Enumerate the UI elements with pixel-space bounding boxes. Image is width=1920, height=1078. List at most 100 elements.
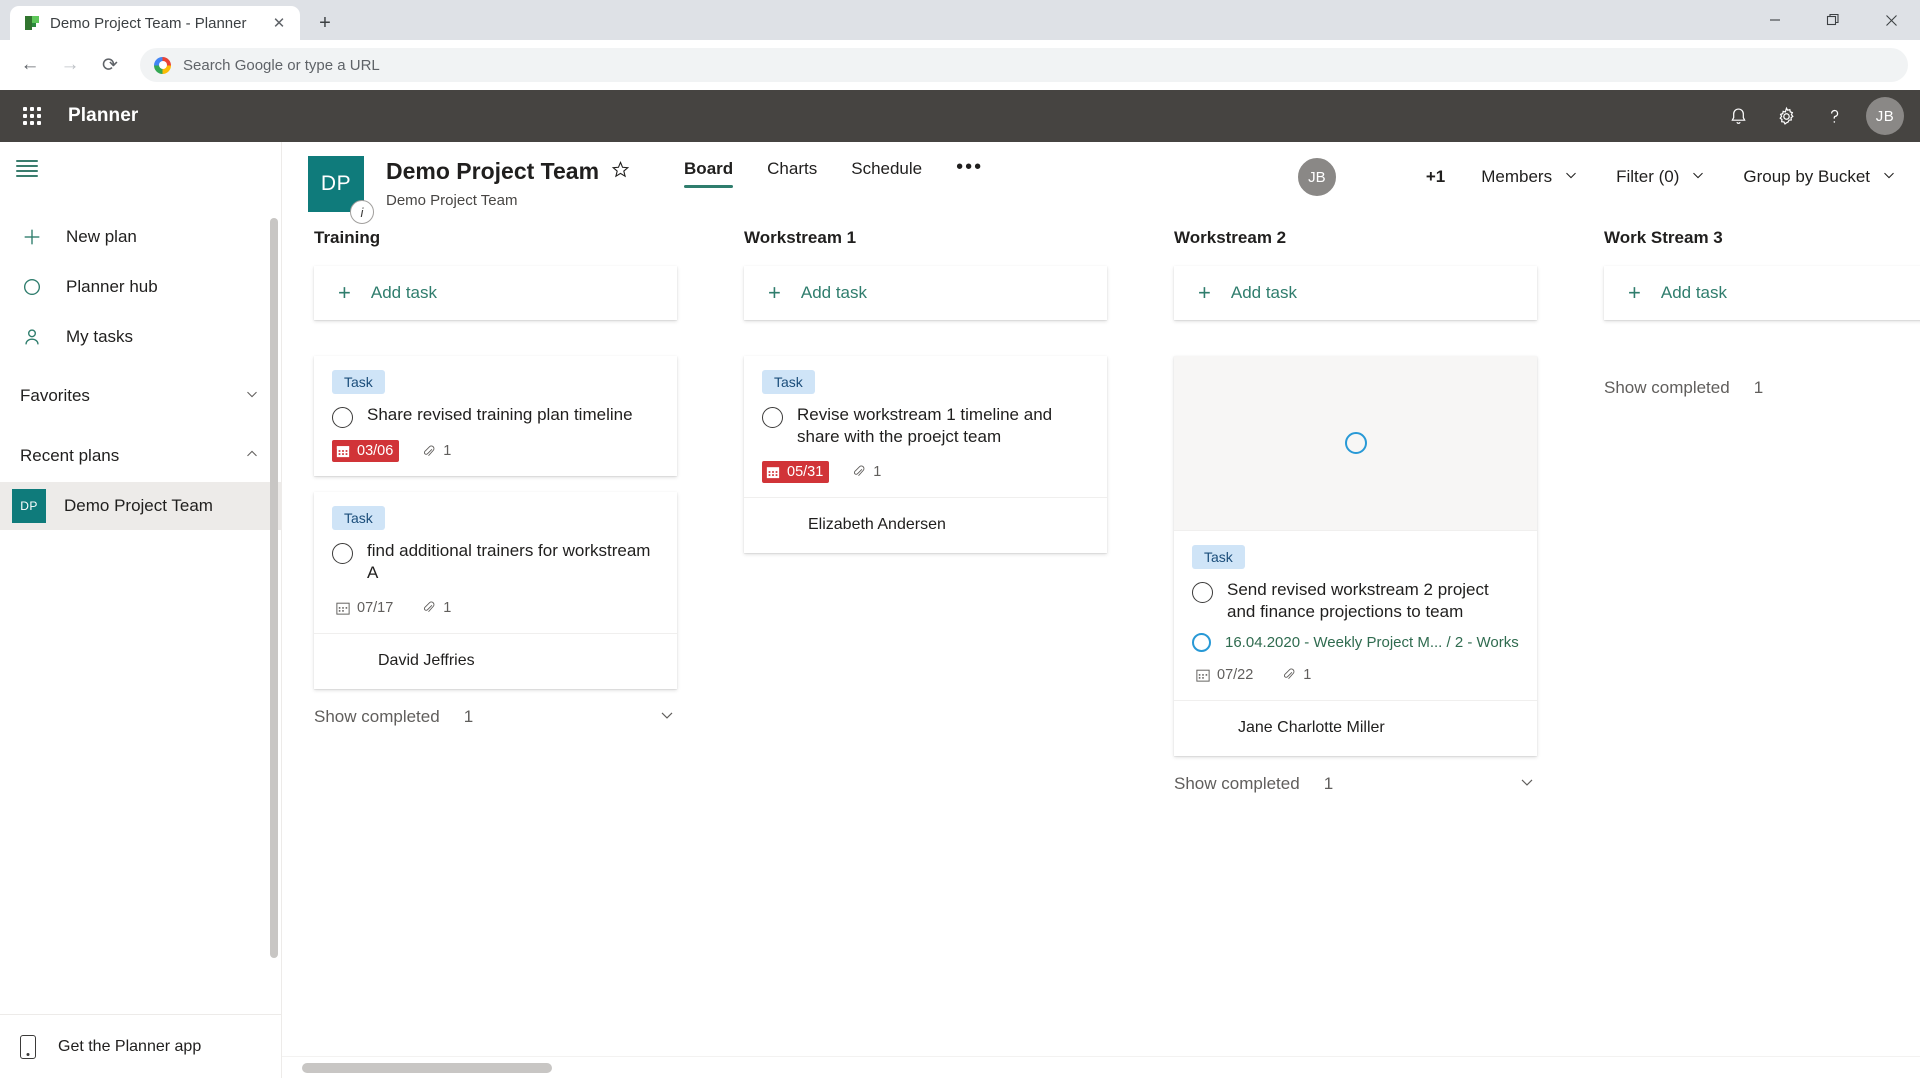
due-date-badge[interactable]: 05/31 [762, 461, 829, 483]
avatar[interactable]: JB [1296, 156, 1338, 198]
star-icon[interactable] [611, 160, 630, 183]
bucket-training: Training + Add task Task Share revised t… [282, 228, 712, 1078]
plan-title-row: Demo Project Team [386, 158, 630, 185]
question-icon[interactable] [1810, 92, 1858, 140]
browser-omnibar: ← → ⟳ Search Google or type a URL [0, 40, 1920, 90]
calendar-icon [766, 465, 780, 479]
chevron-down-icon[interactable] [1517, 772, 1537, 797]
sidebar-item-my-tasks[interactable]: My tasks [0, 312, 281, 362]
task-card[interactable]: Task Share revised training plan timelin… [314, 356, 677, 476]
chevron-down-icon[interactable] [657, 705, 677, 730]
sidebar-scroll-area: New plan Planner hub My tasks Favorites [0, 194, 281, 1014]
checklist-item-checkbox[interactable] [1192, 633, 1211, 652]
board-horizontal-scrollbar[interactable] [282, 1056, 1920, 1078]
window-close-icon[interactable] [1862, 0, 1920, 40]
sidebar-item-demo-project-team[interactable]: DP Demo Project Team [0, 482, 281, 530]
task-label-chip[interactable]: Task [1192, 545, 1245, 569]
bucket-title[interactable]: Workstream 2 [1174, 228, 1572, 248]
group-by-dropdown-label: Group by Bucket [1743, 167, 1870, 187]
due-date-badge[interactable]: 07/17 [332, 597, 399, 619]
task-label-chip[interactable]: Task [332, 506, 385, 530]
plus-icon: + [1198, 282, 1211, 304]
attachment-count[interactable]: 1 [421, 443, 451, 459]
tab-board[interactable]: Board [684, 159, 733, 188]
add-task-button[interactable]: + Add task [744, 266, 1107, 320]
sidebar-item-planner-hub[interactable]: Planner hub [0, 262, 281, 312]
minimize-icon[interactable] [1746, 0, 1804, 40]
back-icon[interactable]: ← [12, 47, 48, 83]
task-title-row: Share revised training plan timeline [332, 404, 659, 428]
task-card[interactable]: Task Send revised workstream 2 project a… [1174, 356, 1537, 756]
calendar-icon [1196, 668, 1210, 682]
due-date-badge[interactable]: 07/22 [1192, 664, 1259, 686]
show-completed-label: Show completed [1174, 774, 1300, 794]
task-complete-checkbox[interactable] [762, 407, 783, 428]
show-completed-training[interactable]: Show completed 1 [314, 705, 677, 730]
plan-header-right: JB [1260, 156, 1920, 198]
task-card[interactable]: Task find additional trainers for workst… [314, 492, 677, 689]
member-avatars[interactable]: JB [1260, 156, 1404, 198]
show-completed-work-stream-3[interactable]: Show completed 1 [1604, 378, 1920, 398]
task-complete-checkbox[interactable] [332, 407, 353, 428]
show-completed-workstream-2[interactable]: Show completed 1 [1174, 772, 1537, 797]
add-task-button[interactable]: + Add task [1604, 266, 1920, 320]
filter-dropdown[interactable]: Filter (0) [1616, 166, 1707, 189]
sidebar-item-new-plan[interactable]: New plan [0, 212, 281, 262]
avatar[interactable] [332, 646, 362, 676]
avatar[interactable] [762, 510, 792, 540]
task-complete-checkbox[interactable] [332, 543, 353, 564]
user-avatar[interactable]: JB [1866, 97, 1904, 135]
tab-charts[interactable]: Charts [767, 159, 817, 188]
group-by-dropdown[interactable]: Group by Bucket [1743, 166, 1898, 189]
members-dropdown[interactable]: Members [1481, 166, 1580, 189]
chevron-down-icon [1689, 166, 1707, 189]
task-label-chip[interactable]: Task [332, 370, 385, 394]
attachment-count[interactable]: 1 [851, 464, 881, 480]
sidebar-section-favorites[interactable]: Favorites [0, 370, 281, 422]
avatar[interactable] [1192, 713, 1222, 743]
show-completed-label: Show completed [314, 707, 440, 727]
maximize-icon[interactable] [1804, 0, 1862, 40]
add-task-button[interactable]: + Add task [314, 266, 677, 320]
task-card[interactable]: Task Revise workstream 1 timeline and sh… [744, 356, 1107, 553]
due-date-text: 07/22 [1217, 667, 1253, 683]
member-overflow-count[interactable]: +1 [1426, 167, 1445, 187]
task-label-chip[interactable]: Task [762, 370, 815, 394]
close-icon[interactable]: ✕ [268, 12, 290, 34]
attachment-count[interactable]: 1 [421, 600, 451, 616]
task-complete-checkbox[interactable] [1192, 582, 1213, 603]
attachment-count[interactable]: 1 [1281, 667, 1311, 683]
chevron-up-icon[interactable] [243, 445, 261, 468]
get-planner-app-link[interactable]: Get the Planner app [0, 1014, 281, 1078]
forward-icon[interactable]: → [52, 47, 88, 83]
address-bar[interactable]: Search Google or type a URL [140, 48, 1908, 82]
add-task-button[interactable]: + Add task [1174, 266, 1537, 320]
tab-schedule[interactable]: Schedule [851, 159, 922, 188]
avatar[interactable] [1366, 158, 1404, 196]
bell-icon[interactable] [1714, 92, 1762, 140]
attachment-count-text: 1 [443, 443, 451, 459]
show-completed-label: Show completed [1604, 378, 1730, 398]
task-meta-row: 05/31 1 [762, 461, 1089, 483]
due-date-badge[interactable]: 03/06 [332, 440, 399, 462]
avatar[interactable] [1260, 158, 1298, 196]
sidebar-section-recent-plans[interactable]: Recent plans [0, 430, 281, 482]
paperclip-icon [851, 464, 866, 479]
app-title[interactable]: Planner [68, 105, 138, 127]
new-tab-button[interactable]: + [310, 8, 340, 38]
reload-icon[interactable]: ⟳ [92, 47, 128, 83]
task-title-row: find additional trainers for workstream … [332, 540, 659, 585]
sidebar-section-label: Recent plans [20, 446, 119, 466]
hamburger-icon[interactable] [16, 157, 44, 179]
chevron-down-icon[interactable] [243, 385, 261, 408]
get-planner-app-label: Get the Planner app [58, 1038, 201, 1056]
browser-tab[interactable]: Demo Project Team - Planner ✕ [10, 6, 300, 40]
app-launcher-icon[interactable] [12, 96, 52, 136]
sidebar-scrollbar[interactable] [270, 218, 278, 958]
bucket-title[interactable]: Training [314, 228, 712, 248]
gear-icon[interactable] [1762, 92, 1810, 140]
more-options-icon[interactable]: ••• [956, 159, 983, 173]
bucket-title[interactable]: Work Stream 3 [1604, 228, 1920, 248]
bucket-title[interactable]: Workstream 1 [744, 228, 1142, 248]
board-scrollbar-thumb[interactable] [302, 1063, 552, 1073]
